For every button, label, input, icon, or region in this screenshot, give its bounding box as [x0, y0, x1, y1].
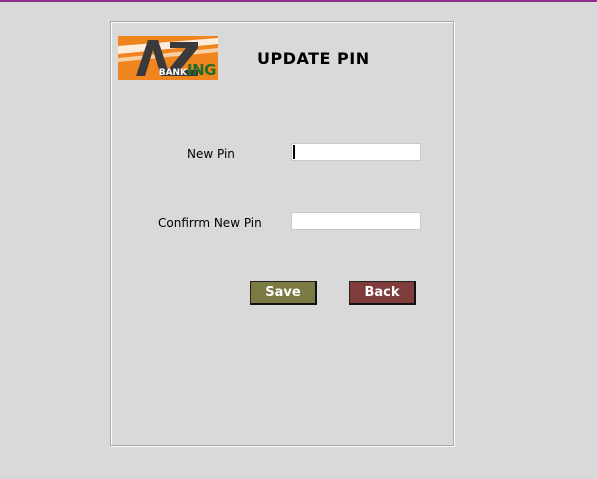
logo-wordmark: BANKING [158, 60, 217, 79]
new-pin-input[interactable] [291, 143, 421, 161]
save-button[interactable]: Save [250, 281, 317, 305]
confirm-pin-input[interactable] [291, 212, 421, 230]
top-accent-line [0, 0, 597, 2]
back-button[interactable]: Back [349, 281, 416, 305]
new-pin-label: New Pin [187, 147, 235, 161]
page-title: UPDATE PIN [257, 49, 370, 68]
logo-text-ing: ING [187, 61, 216, 79]
update-pin-panel: BANKING UPDATE PIN New Pin Confirrm New … [110, 21, 454, 446]
text-cursor [293, 145, 295, 159]
az-banking-logo: BANKING [118, 36, 218, 80]
logo-text-bank: BANK [158, 68, 188, 78]
confirm-pin-label: Confirrm New Pin [158, 216, 262, 230]
